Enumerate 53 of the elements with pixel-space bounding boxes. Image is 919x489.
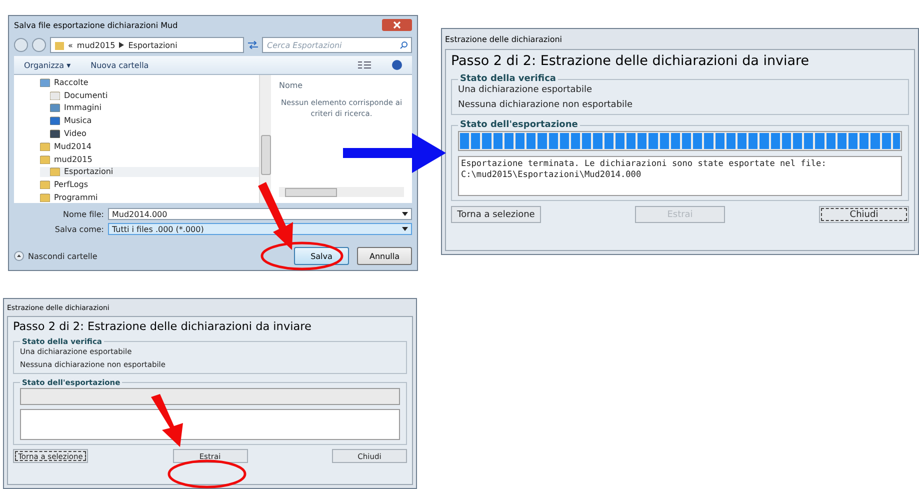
caret-icon <box>402 212 408 216</box>
hide-folders-link[interactable]: Nascondi cartelle <box>28 252 98 260</box>
field-label: Nome file: <box>62 210 104 218</box>
window-title: Salva file esportazione dichiarazioni Mud <box>14 20 178 30</box>
step-heading: Passo 2 di 2: Estrazione delle dichiarazioni da inviare <box>13 320 312 333</box>
pointer-arrow <box>151 394 183 447</box>
save-button[interactable]: Salva <box>294 247 349 265</box>
view-icon[interactable] <box>358 60 372 70</box>
tree-item[interactable]: Raccolte <box>40 77 259 88</box>
cancel-button[interactable]: Annulla <box>357 247 412 265</box>
refresh-icon[interactable] <box>248 41 258 49</box>
close-button[interactable]: Chiudi <box>819 206 909 223</box>
column-header[interactable]: Nome <box>279 81 404 90</box>
status-text: Nessuna dichiarazione non esportabile <box>458 100 634 110</box>
tree-item[interactable]: Programmi <box>40 192 259 203</box>
group-title: Stato dell'esportazione <box>459 120 579 130</box>
tree-item[interactable]: Documenti <box>40 90 259 101</box>
log-line: Esportazione terminata. Le dichiarazioni sono state esportate nel file: <box>461 159 828 170</box>
chevron-icon <box>119 42 124 48</box>
step-heading: Passo 2 di 2: Estrazione delle dichiarazioni da inviare <box>451 53 810 69</box>
field-label: Salva come: <box>54 224 104 234</box>
back-button[interactable]: Torna a selezione <box>451 206 541 223</box>
caret-icon <box>402 227 408 231</box>
status-text: Una dichiarazione esportabile <box>458 85 594 95</box>
close-icon <box>393 21 401 29</box>
scrollbar[interactable] <box>259 75 271 203</box>
tree-item[interactable]: Esportazioni <box>40 166 259 178</box>
search-field[interactable]: Cerca Esportazioni <box>262 37 412 53</box>
close-button[interactable] <box>382 19 412 31</box>
help-icon[interactable] <box>392 60 402 70</box>
tree-item[interactable]: mud2015 <box>40 154 259 165</box>
window-title: Estrazione delle dichiarazioni <box>445 34 562 44</box>
toolbar-button[interactable]: Nuova cartella <box>90 60 149 70</box>
forward-button[interactable] <box>32 38 46 52</box>
group-title: Stato della verifica <box>459 74 557 84</box>
tree-item[interactable]: Immagini <box>40 102 259 114</box>
scrollbar[interactable] <box>279 187 404 197</box>
back-button[interactable] <box>14 38 28 52</box>
file-type-dropdown[interactable]: Tutti i files .000 (*.000) <box>108 223 412 235</box>
toolbar-button[interactable]: Organizza ▾ <box>24 60 71 70</box>
tree-item[interactable]: Video <box>40 128 259 139</box>
tree-item[interactable]: PerfLogs <box>40 179 259 190</box>
search-icon <box>400 41 408 49</box>
tree-item[interactable]: Musica <box>40 115 259 126</box>
breadcrumb[interactable]: Esportazioni <box>128 40 178 50</box>
collapse-icon <box>14 251 24 261</box>
breadcrumb[interactable]: mud2015 <box>76 40 116 50</box>
file-name-field[interactable]: Mud2014.000 <box>108 208 412 220</box>
folder-icon <box>55 40 64 50</box>
address-bar[interactable]: « mud2015 Esportazioni <box>50 37 244 53</box>
tree-item[interactable]: Mud2014 <box>40 140 259 152</box>
log-line: C:\mud2015\Esportazioni\Mud2014.000 <box>461 170 642 180</box>
pointer-arrow <box>258 182 293 250</box>
